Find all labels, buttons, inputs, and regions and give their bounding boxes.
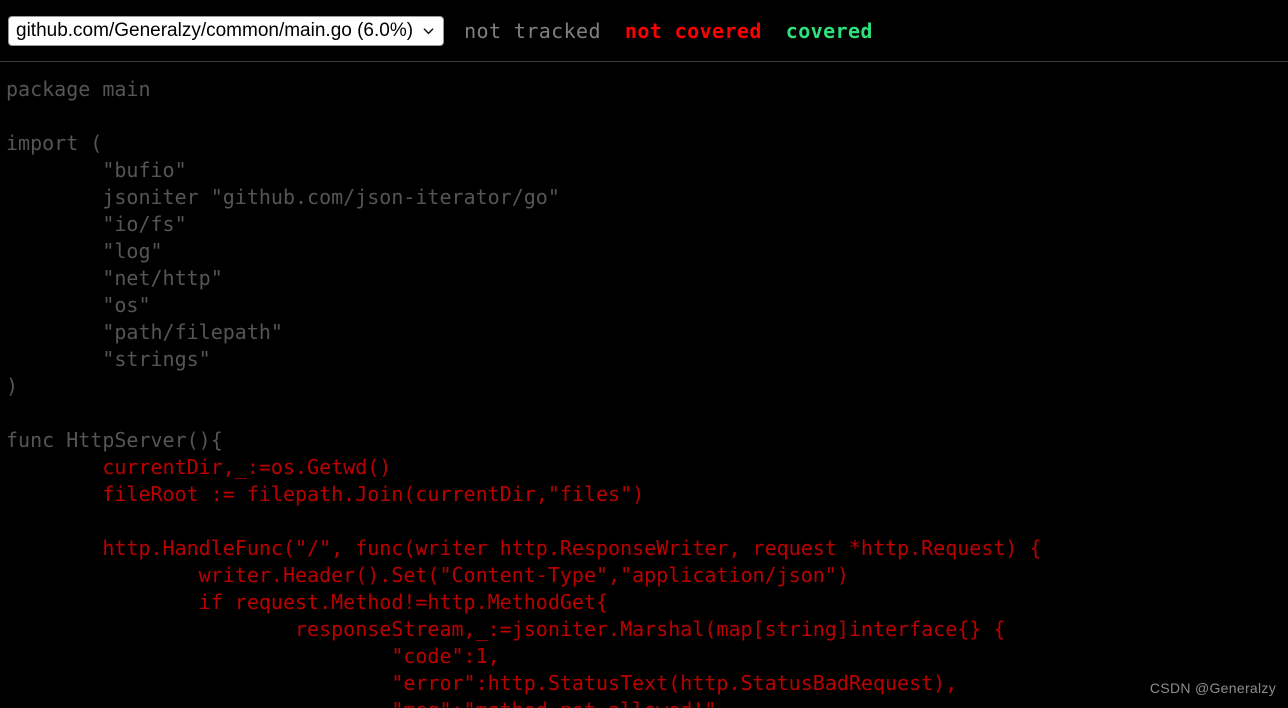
file-select-label: github.com/Generalzy/common/main.go (6.0…	[16, 19, 414, 41]
code-line: currentDir,_:=os.Getwd()	[6, 455, 392, 479]
code-line: "code":1,	[6, 644, 500, 668]
legend-covered: covered	[785, 18, 873, 43]
legend-not-covered: not covered	[624, 18, 762, 43]
code-line: "bufio"	[6, 158, 187, 182]
code-line: "io/fs"	[6, 212, 187, 236]
code-line: "net/http"	[6, 266, 223, 290]
coverage-topbar: github.com/Generalzy/common/main.go (6.0…	[0, 0, 1288, 62]
code-line: jsoniter "github.com/json-iterator/go"	[6, 185, 560, 209]
chevron-down-icon	[423, 25, 434, 36]
code-line: )	[6, 374, 19, 398]
file-select[interactable]: github.com/Generalzy/common/main.go (6.0…	[8, 15, 445, 46]
code-line: responseStream,_:=jsoniter.Marshal(map[s…	[6, 617, 1006, 641]
coverage-content[interactable]: package main import ( "bufio" jsoniter "…	[0, 63, 1288, 708]
legend-not-tracked: not tracked	[464, 18, 601, 43]
code-line: writer.Header().Set("Content-Type","appl…	[6, 563, 849, 587]
code-line: "strings"	[6, 347, 211, 371]
code-line: if request.Method!=http.MethodGet{	[6, 590, 609, 614]
code-line: import (	[6, 131, 103, 155]
code-line: "log"	[6, 239, 163, 263]
code-line: "msg":"method not allowed!"	[6, 698, 716, 708]
coverage-legend: not tracked not covered covered	[464, 19, 873, 43]
code-line: "error":http.StatusText(http.StatusBadRe…	[6, 671, 958, 695]
code-line: "os"	[6, 293, 151, 317]
source-code-view: package main import ( "bufio" jsoniter "…	[0, 63, 1288, 708]
code-line: fileRoot := filepath.Join(currentDir,"fi…	[6, 482, 645, 506]
code-line: func HttpServer(){	[6, 428, 223, 452]
file-nav: github.com/Generalzy/common/main.go (6.0…	[8, 15, 445, 46]
code-line: package main	[6, 77, 151, 101]
code-line: http.HandleFunc("/", func(writer http.Re…	[6, 536, 1042, 560]
code-line: "path/filepath"	[6, 320, 283, 344]
